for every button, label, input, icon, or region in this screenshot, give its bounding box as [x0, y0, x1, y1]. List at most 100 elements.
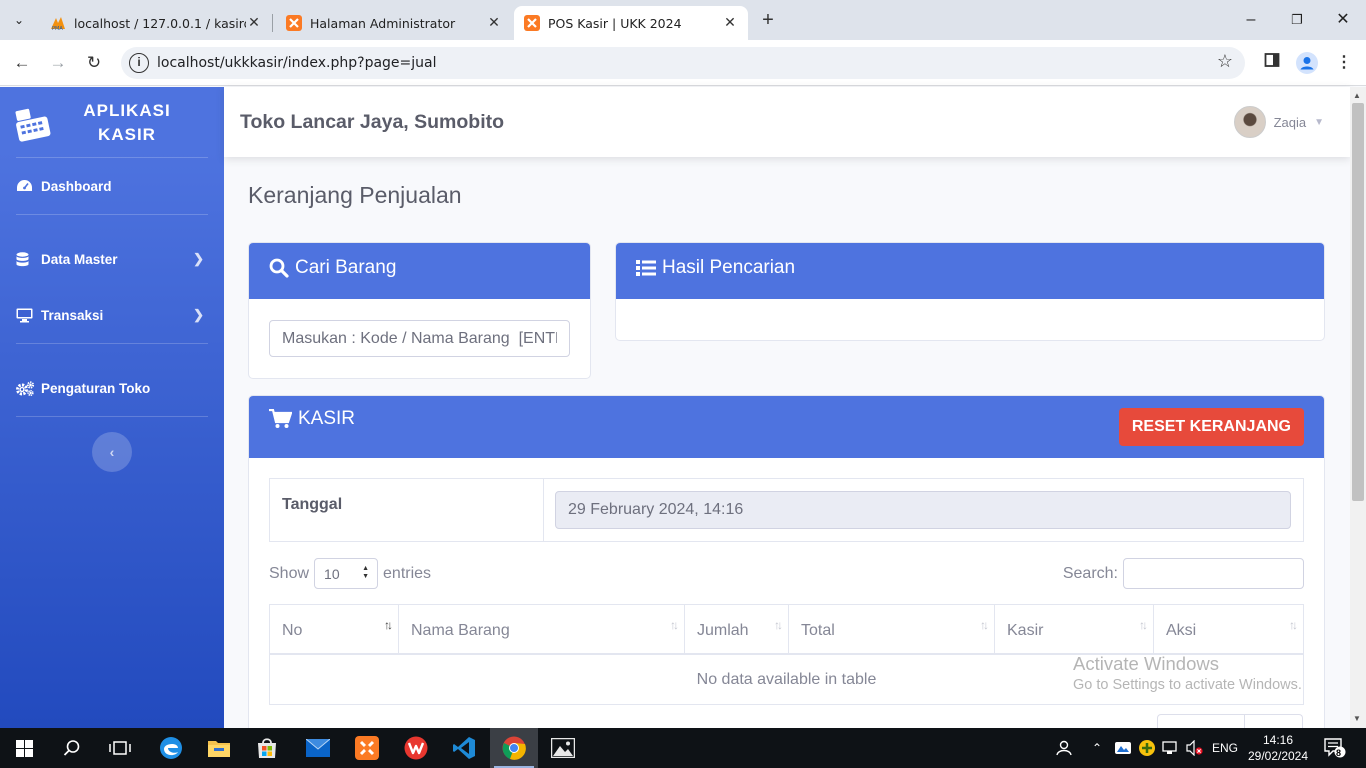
entries-label: entries — [383, 564, 432, 582]
network-icon[interactable] — [1162, 728, 1180, 768]
sort-asc-icon: ↑↓ — [384, 618, 393, 632]
tab-search-dropdown-icon[interactable]: ⌄ — [6, 8, 32, 32]
sidebar-item-pengaturan-toko[interactable]: Pengaturan Toko — [0, 368, 224, 408]
sidebar-divider — [16, 157, 208, 158]
column-label: No — [282, 622, 303, 639]
search-card-header: Cari Barang — [249, 243, 590, 299]
photos-icon[interactable] — [539, 728, 587, 768]
column-header-kasir[interactable]: Kasir ↑↓ — [995, 605, 1154, 653]
pagination[interactable] — [1157, 714, 1303, 729]
tab-pos-kasir[interactable]: POS Kasir | UKK 2024 ✕ — [514, 6, 748, 40]
search-card-title-text: Cari Barang — [295, 257, 397, 278]
cogs-icon — [16, 380, 36, 396]
entries-control: Show 10 ▲ ▼ entries — [269, 558, 431, 589]
phpmyadmin-favicon-icon: PMA — [51, 17, 65, 31]
onedrive-icon[interactable] — [1114, 728, 1132, 768]
column-label: Kasir — [1007, 622, 1044, 639]
side-panel-icon[interactable] — [1261, 52, 1283, 74]
scroll-down-icon[interactable]: ▼ — [1353, 714, 1361, 723]
search-input[interactable] — [269, 320, 570, 357]
minimize-button[interactable]: – — [1228, 0, 1274, 40]
task-view-icon[interactable] — [96, 728, 144, 768]
activate-windows-title: Activate Windows — [1073, 653, 1219, 674]
column-header-nama-barang[interactable]: Nama Barang ↑↓ — [399, 605, 685, 653]
select-arrows-icon: ▲ ▼ — [362, 565, 370, 580]
user-dropdown[interactable]: Zaqia ▼ — [1233, 106, 1324, 138]
table-search: Search: — [1063, 558, 1304, 589]
page-scrollbar[interactable]: ▲ ▼ — [1350, 87, 1366, 728]
column-header-jumlah[interactable]: Jumlah ↑↓ — [685, 605, 789, 653]
brand-name: APLIKASI KASIR — [83, 101, 171, 144]
volume-muted-icon[interactable] — [1186, 728, 1204, 768]
page-title: Keranjang Penjualan — [248, 182, 462, 208]
vscode-icon[interactable] — [440, 728, 488, 768]
column-header-total[interactable]: Total ↑↓ — [789, 605, 995, 653]
sidebar-item-dashboard[interactable]: Dashboard — [0, 166, 224, 206]
sidebar-item-label: Pengaturan Toko — [41, 380, 151, 396]
scrollbar-thumb[interactable] — [1352, 103, 1364, 501]
date-label: Tanggal — [282, 496, 343, 513]
tab-close-icon[interactable]: ✕ — [246, 15, 262, 31]
restore-button[interactable]: ❐ — [1274, 0, 1320, 40]
url-text[interactable]: localhost/ukkkasir/index.php?page=jual — [157, 55, 437, 71]
back-icon[interactable]: ← — [9, 50, 35, 76]
notifications-icon[interactable]: 8 — [1324, 728, 1346, 768]
file-explorer-icon[interactable] — [195, 728, 243, 768]
sidebar-item-transaksi[interactable]: Transaksi ❯ — [0, 295, 224, 335]
sort-icon: ↑↓ — [1139, 618, 1148, 632]
result-card-title-text: Hasil Pencarian — [662, 257, 796, 278]
sidebar-divider — [16, 343, 208, 344]
language-indicator[interactable]: ENG — [1212, 728, 1238, 768]
wps-office-icon[interactable] — [392, 728, 440, 768]
search-icon[interactable] — [48, 728, 96, 768]
chevron-up-icon[interactable]: ⌃ — [1092, 728, 1102, 768]
sidebar-divider — [16, 416, 208, 417]
table-search-input[interactable] — [1123, 558, 1304, 589]
taskbar: ⌃ ENG 14:16 29/02/2024 8 — [0, 728, 1366, 768]
reload-icon[interactable]: ↻ — [81, 50, 107, 76]
kasir-card-title: KASIR — [269, 408, 355, 430]
xampp-icon[interactable] — [343, 728, 391, 768]
microsoft-store-icon[interactable] — [243, 728, 291, 768]
result-card-header: Hasil Pencarian — [616, 243, 1324, 299]
windows-start-icon[interactable] — [0, 728, 48, 768]
forward-icon[interactable]: → — [45, 50, 71, 76]
new-tab-button[interactable]: + — [756, 8, 780, 32]
address-bar[interactable]: i localhost/ukkkasir/index.php?page=jual… — [121, 47, 1245, 79]
show-label: Show — [269, 564, 310, 582]
chrome-icon[interactable] — [490, 728, 538, 768]
edge-icon[interactable] — [147, 728, 195, 768]
bookmark-star-icon[interactable]: ☆ — [1217, 51, 1233, 72]
scroll-up-icon[interactable]: ▲ — [1353, 91, 1361, 100]
column-header-aksi[interactable]: Aksi ↑↓ — [1154, 605, 1303, 653]
tab-close-icon[interactable]: ✕ — [722, 15, 738, 31]
tab-phpmyadmin[interactable]: PMA localhost / 127.0.0.1 / kasirdb / ✕ — [40, 6, 272, 40]
sidebar-toggle-button[interactable]: ‹ — [92, 432, 132, 472]
sidebar-brand[interactable]: APLIKASI KASIR — [0, 87, 224, 157]
shield-status-icon[interactable] — [1138, 728, 1156, 768]
desktop-icon — [16, 307, 36, 323]
date-value: 29 February 2024, 14:16 — [568, 501, 744, 518]
mail-icon[interactable] — [294, 728, 342, 768]
entries-value: 10 — [324, 565, 340, 582]
entries-select[interactable]: 10 ▲ ▼ — [314, 558, 379, 589]
system-clock[interactable]: 14:16 29/02/2024 — [1238, 732, 1318, 764]
people-icon[interactable] — [1054, 728, 1072, 768]
tab-halaman-administrator[interactable]: Halaman Administrator ✕ — [276, 6, 512, 40]
tab-close-icon[interactable]: ✕ — [486, 15, 502, 31]
shopping-cart-icon — [269, 409, 292, 429]
date-table: Tanggal 29 February 2024, 14:16 — [269, 478, 1304, 542]
browser-tab-bar: ⌄ PMA localhost / 127.0.0.1 / kasirdb / … — [0, 0, 1366, 40]
tab-title: Halaman Administrator — [310, 15, 456, 31]
search-card: Cari Barang — [248, 242, 591, 379]
menu-kebab-icon[interactable]: ⋮ — [1333, 52, 1355, 74]
close-window-button[interactable]: ✕ — [1320, 0, 1366, 40]
site-info-icon[interactable]: i — [129, 53, 149, 73]
column-header-no[interactable]: No ↑↓ — [270, 605, 399, 653]
chevron-right-icon: ❯ — [193, 251, 204, 266]
xampp-favicon-icon — [286, 15, 302, 31]
reset-cart-button[interactable]: RESET KERANJANG — [1118, 408, 1304, 446]
xampp-favicon-icon — [524, 15, 540, 31]
sidebar-item-data-master[interactable]: Data Master ❯ — [0, 239, 224, 279]
profile-icon[interactable] — [1296, 52, 1318, 74]
